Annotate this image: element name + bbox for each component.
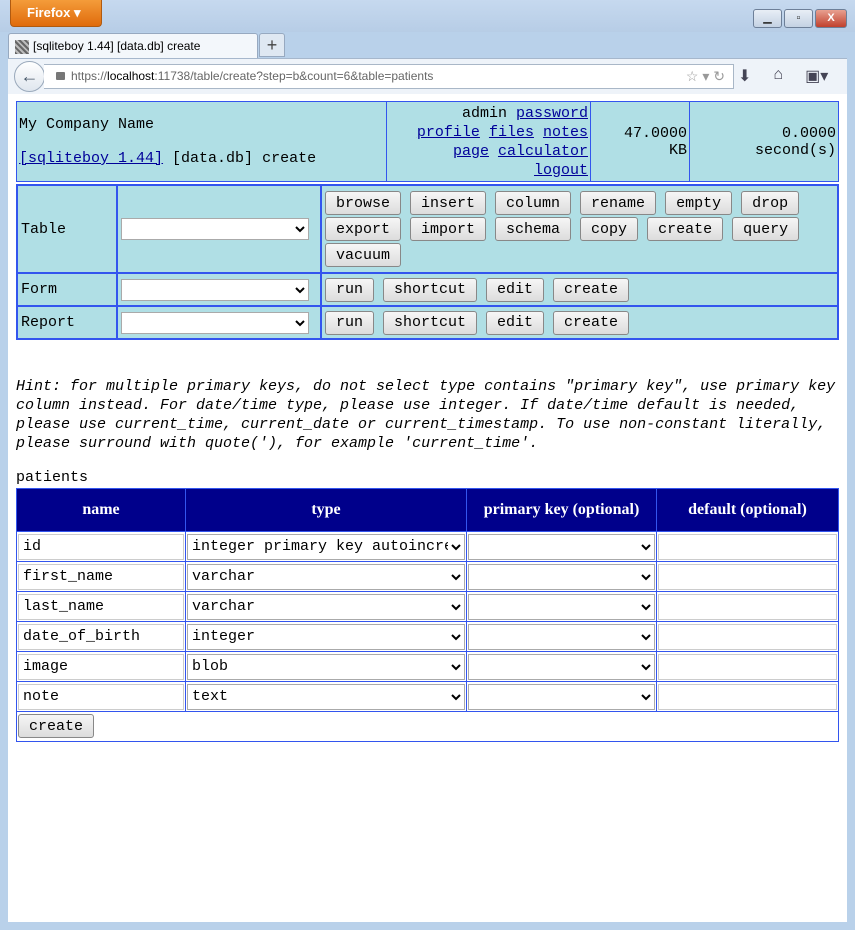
column-type-select[interactable]: varchar [187,563,465,590]
column-name-input[interactable] [18,533,184,560]
column-default-input[interactable] [658,533,837,560]
header-table: My Company Name [sqliteboy 1.44] [data.d… [16,101,839,182]
files-link[interactable]: files [489,124,534,141]
form-edit-button[interactable]: edit [486,277,545,302]
column-type-select[interactable]: integer primary key autoincrement [187,533,465,560]
table-export-button[interactable]: export [325,217,402,241]
table-import-button[interactable]: import [410,217,487,241]
column-default-input[interactable] [658,623,837,650]
bookmark-star-icon[interactable]: ☆ [686,68,699,84]
table-drop-button[interactable]: drop [741,191,800,215]
column-primary-key-select[interactable] [468,593,655,620]
reload-icon[interactable]: ↻ [713,68,725,84]
form-select[interactable] [121,278,309,301]
calculator-link[interactable]: calculator [498,143,588,160]
report-edit-button[interactable]: edit [486,310,545,335]
column-type-select[interactable]: text [187,683,465,710]
firefox-menu-button[interactable]: Firefox ▾ [10,0,102,27]
report-label: Report [16,305,118,340]
column-row: text [16,681,839,712]
table-column-button[interactable]: column [495,191,572,215]
new-tab-button[interactable]: + [259,33,285,57]
table-label: Table [16,184,118,274]
table-schema-button[interactable]: schema [495,217,572,241]
favicon-icon [15,40,29,54]
column-row: integer [16,621,839,652]
column-primary-key-select[interactable] [468,623,655,650]
profile-link[interactable]: profile [417,124,480,141]
table-create-button[interactable]: create [647,217,724,241]
page-content: My Company Name [sqliteboy 1.44] [data.d… [8,94,847,922]
col-header-name: name [16,488,186,532]
home-icon[interactable]: ⌂ [773,66,783,86]
table-name: patients [16,469,89,486]
db-size: 47.0000 [623,124,687,142]
col-header-primary-key: primary key (optional) [466,488,657,532]
table-empty-button[interactable]: empty [665,191,733,215]
minimize-button[interactable]: ▁ [753,9,782,28]
column-row: varchar [16,561,839,592]
form-create-button[interactable]: create [553,277,630,302]
table-select[interactable] [121,218,309,240]
elapsed-time: 0.0000 [781,124,836,142]
table-rename-button[interactable]: rename [580,191,657,215]
form-shortcut-button[interactable]: shortcut [383,277,478,302]
url-bar[interactable]: https://localhost:11738/table/create?ste… [44,64,734,89]
column-row: varchar [16,591,839,622]
maximize-button[interactable]: ▫ [784,9,813,28]
page-link[interactable]: page [453,143,489,160]
column-type-select[interactable]: varchar [187,593,465,620]
navigation-bar: ← https://localhost:11738/table/create?s… [8,58,847,94]
form-label: Form [16,272,118,307]
column-primary-key-select[interactable] [468,563,655,590]
column-row: blob [16,651,839,682]
downloads-icon[interactable]: ⬇ [738,66,751,86]
create-table-button[interactable]: create [18,714,95,738]
column-name-input[interactable] [18,683,184,710]
column-default-input[interactable] [658,683,837,710]
column-primary-key-select[interactable] [468,653,655,680]
navigation-table: Table browse insert column rename empty drop e… [16,184,839,340]
column-type-select[interactable]: integer [187,623,465,650]
column-name-input[interactable] [18,593,184,620]
table-insert-button[interactable]: insert [410,191,487,215]
column-name-input[interactable] [18,563,184,590]
col-header-type: type [185,488,467,532]
col-header-default: default (optional) [656,488,839,532]
password-link[interactable]: password [516,105,588,122]
column-default-input[interactable] [658,563,837,590]
back-button[interactable]: ← [14,61,45,92]
columns-table: name type primary key (optional) default… [16,488,839,742]
browser-tab[interactable]: [sqliteboy 1.44] [data.db] create [8,33,258,59]
report-create-button[interactable]: create [553,310,630,335]
column-name-input[interactable] [18,623,184,650]
column-primary-key-select[interactable] [468,533,655,560]
table-vacuum-button[interactable]: vacuum [325,243,402,267]
form-run-button[interactable]: run [325,277,375,302]
table-browse-button[interactable]: browse [325,191,402,215]
column-default-input[interactable] [658,653,837,680]
table-query-button[interactable]: query [732,217,800,241]
column-primary-key-select[interactable] [468,683,655,710]
report-select[interactable] [121,311,309,334]
close-button[interactable]: X [815,9,847,28]
column-row: integer primary key autoincrement [16,531,839,562]
notes-link[interactable]: notes [543,124,588,141]
logout-link[interactable]: logout [534,162,588,179]
column-name-input[interactable] [18,653,184,680]
column-type-select[interactable]: blob [187,653,465,680]
window-titlebar: Firefox ▾ ▁ ▫ X [0,0,855,32]
bookmarks-icon[interactable]: ▣▾ [805,66,828,86]
lock-icon [56,72,65,80]
report-shortcut-button[interactable]: shortcut [383,310,478,335]
app-link[interactable]: [sqliteboy 1.44] [19,150,163,167]
report-run-button[interactable]: run [325,310,375,335]
column-default-input[interactable] [658,593,837,620]
table-copy-button[interactable]: copy [580,217,639,241]
hint-text: Hint: for multiple primary keys, do not … [16,378,845,452]
